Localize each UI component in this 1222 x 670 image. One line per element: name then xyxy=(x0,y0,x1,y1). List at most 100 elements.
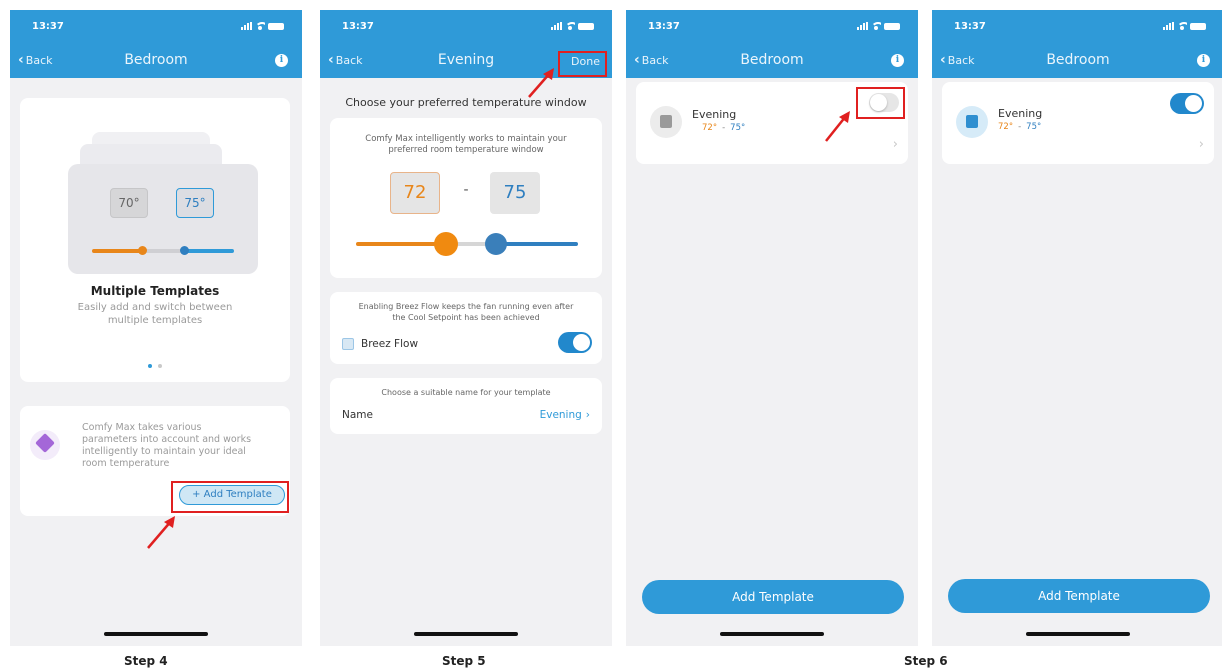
status-bar: 13:37 xyxy=(932,10,1222,44)
signal-icon xyxy=(551,22,562,30)
add-template-button[interactable]: Add Template xyxy=(948,579,1210,613)
template-icon xyxy=(650,106,682,138)
section-heading: Choose your preferred temperature window xyxy=(345,96,587,109)
template-sep: - xyxy=(722,123,726,133)
info-line: intelligently to maintain your ideal xyxy=(82,446,246,457)
wifi-icon xyxy=(871,22,881,30)
wifi-icon xyxy=(255,22,265,30)
info-icon[interactable]: i xyxy=(1197,54,1210,67)
status-bar: 13:37 xyxy=(10,10,302,44)
template-high: 75° xyxy=(730,123,746,133)
chevron-right-icon[interactable]: › xyxy=(1199,137,1204,152)
status-time: 13:37 xyxy=(954,21,986,32)
preview-heat-knob xyxy=(138,246,147,255)
heat-setpoint[interactable]: 72 xyxy=(390,172,440,214)
template-low: 72° xyxy=(702,123,718,133)
name-value-link[interactable]: Evening › xyxy=(540,409,590,421)
signal-icon xyxy=(241,22,252,30)
info-line: Comfy Max takes various xyxy=(82,422,202,433)
carousel-text-2: multiple templates xyxy=(107,315,203,326)
page-title: Bedroom xyxy=(124,52,188,68)
phone-step5: 13:37 ‹ Back Evening Done Choose your pre… xyxy=(320,10,612,646)
template-preview: 70° 75° xyxy=(68,164,258,274)
system-icons xyxy=(1163,22,1206,30)
step-label: Step 4 xyxy=(124,654,168,668)
step-label: Step 5 xyxy=(442,654,486,668)
template-sep: - xyxy=(1018,122,1022,132)
page-dot-active[interactable] xyxy=(148,364,152,368)
status-time: 13:37 xyxy=(32,21,64,32)
template-low: 72° xyxy=(998,122,1014,132)
heat-slider-handle[interactable] xyxy=(434,232,458,256)
template-icon xyxy=(956,106,988,138)
status-time: 13:37 xyxy=(648,21,680,32)
name-card: Choose a suitable name for your template… xyxy=(330,378,602,434)
temp-desc-1: Comfy Max intelligently works to maintai… xyxy=(365,134,567,144)
range-dash: - xyxy=(463,182,469,198)
breez-flow-label: Breez Flow xyxy=(361,338,419,350)
home-indicator xyxy=(720,632,824,636)
preview-cool-knob xyxy=(180,246,189,255)
nav-bar: ‹ Back Bedroom i xyxy=(10,44,302,78)
info-icon[interactable]: i xyxy=(891,54,904,67)
breez-desc-2: the Cool Setpoint has been achieved xyxy=(392,313,540,322)
pointer-arrow xyxy=(528,68,554,98)
temperature-card: Comfy Max intelligently works to maintai… xyxy=(330,118,602,278)
pointer-arrow xyxy=(825,111,850,142)
step-label: Step 6 xyxy=(904,654,948,668)
chevron-right-icon[interactable]: › xyxy=(893,137,898,152)
pointer-arrow xyxy=(147,516,175,549)
heat-track xyxy=(356,242,444,246)
cool-setpoint[interactable]: 75 xyxy=(490,172,540,214)
battery-icon xyxy=(578,22,594,30)
fan-icon xyxy=(342,338,354,350)
template-range: 72° - 75° xyxy=(702,123,745,133)
page-title: Bedroom xyxy=(740,52,804,68)
info-text: Comfy Max takes various parameters into … xyxy=(82,422,251,470)
signal-icon xyxy=(1163,22,1174,30)
preview-heat-bar xyxy=(92,249,142,253)
template-name: Evening xyxy=(998,107,1043,120)
breez-flow-card: Enabling Breez Flow keeps the fan runnin… xyxy=(330,292,602,364)
preview-low-temp: 70° xyxy=(110,188,148,218)
comfy-max-icon xyxy=(30,430,60,460)
highlight-box xyxy=(171,481,289,513)
info-line: parameters into account and works xyxy=(82,434,252,445)
template-name: Evening xyxy=(692,108,737,121)
page-title: Bedroom xyxy=(1046,52,1110,68)
battery-icon xyxy=(268,22,284,30)
carousel-card[interactable]: 70° 75° Multiple Templates Easily add an… xyxy=(20,98,290,382)
preview-cool-bar xyxy=(182,249,234,253)
name-value: Evening xyxy=(539,409,582,421)
highlight-box xyxy=(856,87,905,119)
carousel-title: Multiple Templates xyxy=(90,284,220,298)
nav-bar: ‹ Back Bedroom i xyxy=(932,44,1222,78)
status-bar: 13:37 xyxy=(320,10,612,44)
page-dot[interactable] xyxy=(158,364,162,368)
breez-flow-toggle[interactable] xyxy=(558,332,592,353)
template-toggle[interactable] xyxy=(1170,93,1204,114)
template-range: 72° - 75° xyxy=(998,122,1041,132)
system-icons xyxy=(551,22,594,30)
highlight-box xyxy=(558,51,607,77)
template-card[interactable]: Evening 72° - 75° › xyxy=(942,82,1214,164)
system-icons xyxy=(241,22,284,30)
name-label: Name xyxy=(342,409,373,421)
preview-high-temp: 75° xyxy=(176,188,214,218)
template-high: 75° xyxy=(1026,122,1042,132)
preview-mid-bar xyxy=(142,249,182,253)
battery-icon xyxy=(884,22,900,30)
status-bar: 13:37 xyxy=(626,10,918,44)
home-indicator xyxy=(1026,632,1130,636)
chevron-right-icon: › xyxy=(585,409,590,421)
system-icons xyxy=(857,22,900,30)
signal-icon xyxy=(857,22,868,30)
add-template-button[interactable]: Add Template xyxy=(642,580,904,614)
cool-slider-handle[interactable] xyxy=(485,233,507,255)
nav-bar: ‹ Back Bedroom i xyxy=(626,44,918,78)
info-icon[interactable]: i xyxy=(275,54,288,67)
phone-step6-on: 13:37 ‹ Back Bedroom i Evening 72° - 75° … xyxy=(932,10,1222,646)
carousel-text-1: Easily add and switch between xyxy=(77,302,233,313)
status-time: 13:37 xyxy=(342,21,374,32)
temp-desc-2: preferred room temperature window xyxy=(388,145,544,155)
